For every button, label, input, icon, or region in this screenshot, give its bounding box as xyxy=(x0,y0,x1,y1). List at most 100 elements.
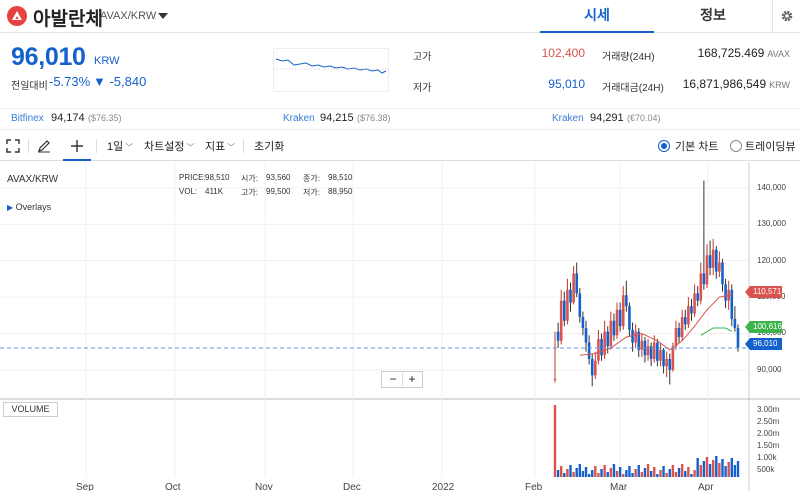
ma-red-price-tag: 110,571 xyxy=(745,286,782,298)
zoom-in-button[interactable]: + xyxy=(405,372,419,386)
volume-toggle-button[interactable]: VOLUME xyxy=(3,402,58,417)
candle-body xyxy=(736,328,740,349)
mini-price-chart xyxy=(273,48,390,92)
basic-chart-label[interactable]: 기본 차트 xyxy=(675,138,719,154)
indicators-dropdown[interactable]: 지표 ﹀ xyxy=(205,138,235,154)
volume-bar xyxy=(553,405,557,477)
ohlc-low-label: 저가: xyxy=(303,188,320,197)
exchange-name[interactable]: Kraken xyxy=(552,113,584,124)
candle-body xyxy=(563,300,566,321)
basic-chart-radio[interactable] xyxy=(658,140,670,152)
candle-body xyxy=(618,309,622,327)
volume-tick-label: 1.50m xyxy=(757,441,780,450)
candle-body xyxy=(581,317,585,329)
high-label: 고가 xyxy=(413,52,432,63)
tab-market[interactable]: 시세 xyxy=(540,0,654,33)
candle-body xyxy=(683,317,687,325)
ohlc-close-label: 종가: xyxy=(303,174,320,183)
candle-body xyxy=(600,338,603,356)
ohlc-vol-label: VOL: xyxy=(179,187,198,196)
volume-bar xyxy=(603,465,606,477)
volume-bar xyxy=(649,471,653,477)
volume-bar xyxy=(718,463,721,477)
candle-body xyxy=(687,306,690,325)
ohlc-open: 93,560 xyxy=(266,173,291,182)
candle-body xyxy=(587,342,591,359)
y-tick-label: 120,000 xyxy=(757,255,786,265)
volume-bar xyxy=(711,460,715,477)
volume-bar xyxy=(699,465,702,477)
ma-green-price-tag: 100,616 xyxy=(745,321,782,333)
volume-bar xyxy=(643,468,647,477)
volume-bar xyxy=(575,468,578,477)
volume-bar xyxy=(572,472,575,477)
volume-bar xyxy=(696,458,699,477)
ohlc-price: 98,510 xyxy=(205,173,230,182)
volume-24h: 168,725.469 AVAX xyxy=(697,46,790,60)
candle-body xyxy=(612,320,616,336)
candle-body xyxy=(674,328,678,347)
chart-settings-dropdown[interactable]: 차트설정 ﹀ xyxy=(144,138,194,154)
top-bar: 아발란체 AVAX/KRW 시세 정보 xyxy=(0,0,800,33)
ohlc-open-label: 시가: xyxy=(241,174,258,183)
candle-body xyxy=(634,331,637,343)
ohlc-close: 98,510 xyxy=(328,173,353,182)
volume-bar xyxy=(690,474,693,477)
fullscreen-icon[interactable] xyxy=(6,139,20,153)
avalanche-logo-icon xyxy=(7,6,27,26)
chart-symbol: AVAX/KRW xyxy=(7,174,59,185)
price-chart-panel[interactable]: AVAX/KRW ▶ Overlays PRICE: 98,510 시가: 93… xyxy=(0,162,800,491)
volume-bar xyxy=(668,469,671,477)
volume-bar xyxy=(721,459,724,477)
candle-body xyxy=(572,273,575,303)
tab-info[interactable]: 정보 xyxy=(654,0,772,33)
ohlc-vol: 411K xyxy=(205,187,224,196)
candle-body xyxy=(559,300,563,341)
x-tick-label: Feb xyxy=(525,482,543,491)
x-tick-label: Apr xyxy=(698,482,714,491)
ohlc-high: 99,500 xyxy=(266,187,291,196)
candle-body xyxy=(699,273,703,301)
volume-bar xyxy=(584,467,588,477)
exchange-price-usd: ($76.35) xyxy=(88,113,122,123)
exchange-name[interactable]: Bitfinex xyxy=(11,113,44,124)
volume-bar xyxy=(581,471,585,477)
volume-bar xyxy=(646,464,650,477)
candle-body xyxy=(659,349,662,361)
reset-button[interactable]: 초기화 xyxy=(254,138,284,154)
amount-24h: 16,871,986,549 KRW xyxy=(682,77,790,91)
overlays-toggle[interactable]: ▶ Overlays xyxy=(7,202,51,212)
volume-bar xyxy=(736,461,740,477)
volume-label: 거래량(24H) xyxy=(602,52,655,63)
candle-body xyxy=(690,306,693,314)
exchange-price: 94,291 xyxy=(590,112,624,124)
tradingview-label[interactable]: 트레이딩뷰 xyxy=(745,138,796,154)
candlestick-chart[interactable] xyxy=(0,162,800,491)
candle-body xyxy=(702,273,706,285)
settings-button[interactable] xyxy=(772,0,800,33)
coin-selector-chevron-down-icon[interactable] xyxy=(158,13,168,19)
volume-bar xyxy=(659,470,662,477)
draw-pencil-icon[interactable] xyxy=(37,139,51,153)
volume-bar xyxy=(615,471,619,477)
period-dropdown[interactable]: 1일 ﹀ xyxy=(107,138,133,154)
candle-body xyxy=(615,309,619,336)
volume-bar xyxy=(640,472,644,477)
volume-bar xyxy=(569,465,572,477)
volume-bar xyxy=(600,469,603,477)
ma-green-line xyxy=(700,327,733,336)
exchange-name[interactable]: Kraken xyxy=(283,113,315,124)
candle-body xyxy=(621,295,625,327)
volume-bar xyxy=(566,469,569,477)
current-price: 96,010 xyxy=(11,43,86,71)
volume-bar xyxy=(631,473,634,477)
zoom-out-button[interactable]: − xyxy=(386,372,400,386)
low-price: 95,010 xyxy=(548,77,585,91)
tradingview-radio[interactable] xyxy=(730,140,742,152)
candle-body xyxy=(594,360,597,376)
volume-bar xyxy=(662,466,665,477)
zoom-controls: − + xyxy=(381,371,423,388)
crosshair-button[interactable] xyxy=(63,131,91,161)
candle-body xyxy=(721,262,724,285)
candle-body xyxy=(708,255,712,268)
